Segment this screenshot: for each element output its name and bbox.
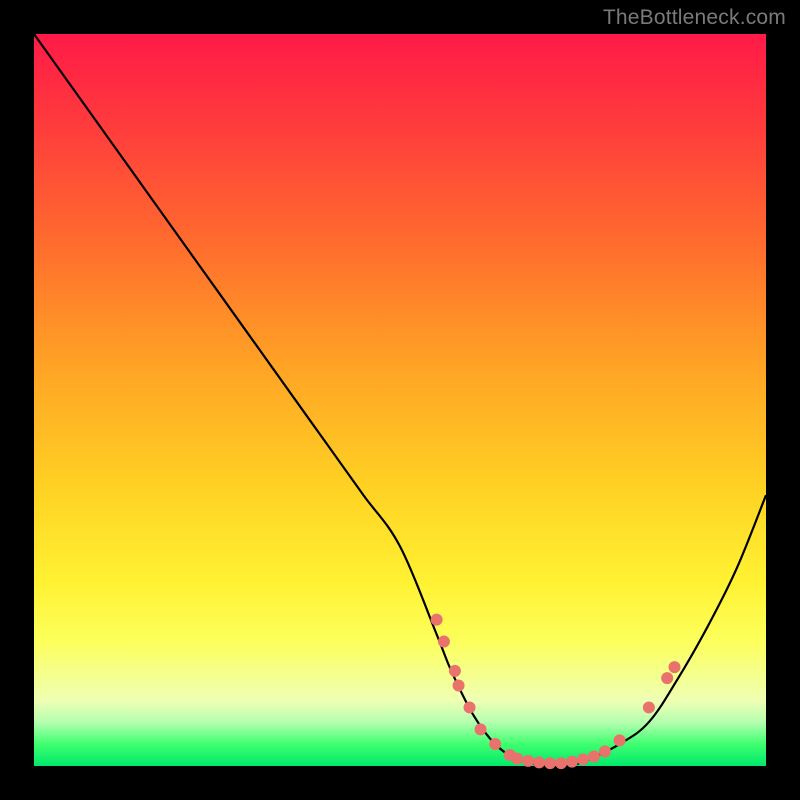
plot-area — [34, 34, 766, 766]
curve-marker — [449, 665, 461, 677]
bottleneck-curve — [34, 34, 766, 767]
curve-marker — [475, 723, 487, 735]
curve-marker — [544, 757, 556, 769]
curve-marker — [614, 734, 626, 746]
curve-markers — [431, 614, 681, 769]
curve-svg — [34, 34, 766, 766]
curve-marker — [577, 753, 589, 765]
watermark-text: TheBottleneck.com — [603, 6, 786, 30]
curve-marker — [588, 750, 600, 762]
curve-marker — [522, 755, 534, 767]
curve-marker — [511, 753, 523, 765]
curve-marker — [489, 738, 501, 750]
chart-frame: TheBottleneck.com — [0, 0, 800, 800]
curve-marker — [431, 614, 443, 626]
curve-marker — [566, 756, 578, 768]
curve-marker — [643, 701, 655, 713]
curve-marker — [599, 745, 611, 757]
curve-marker — [661, 672, 673, 684]
curve-marker — [464, 701, 476, 713]
curve-marker — [438, 636, 450, 648]
curve-marker — [453, 679, 465, 691]
curve-marker — [555, 757, 567, 769]
curve-marker — [533, 756, 545, 768]
curve-marker — [669, 661, 681, 673]
